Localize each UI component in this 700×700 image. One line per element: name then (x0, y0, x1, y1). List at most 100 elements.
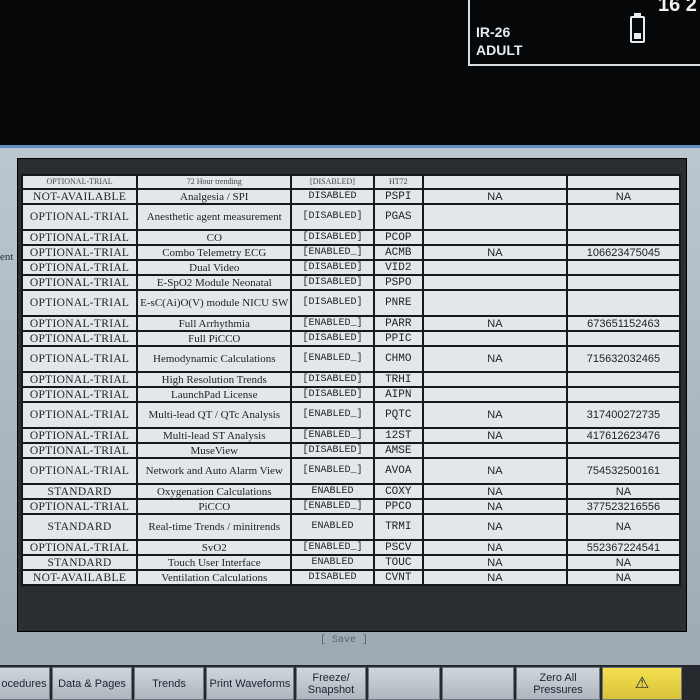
key-cell: NA (565, 554, 682, 571)
key-cell: 317400272735 (565, 401, 682, 429)
code-cell: PQTC (372, 401, 424, 429)
table-row: OPTIONAL-TRIAL CO [DISABLED] PCOP (20, 229, 682, 246)
save-button[interactable]: [ Save ] (320, 635, 368, 646)
na-cell: NA (421, 427, 568, 444)
bed-label: IR-26 (476, 24, 511, 40)
state-cell: [ENABLED_] (290, 457, 375, 485)
status-cell: OPTIONAL-TRIAL (20, 244, 139, 261)
table-row: OPTIONAL-TRIAL LaunchPad License [DISABLED… (20, 386, 682, 403)
feature-cell: Touch User Interface (136, 554, 293, 571)
state-cell: [DISABLED] (290, 330, 375, 347)
na-cell (421, 274, 568, 291)
table-row: OPTIONAL-TRIAL E-SpO2 Module Neonatal [DIS… (20, 274, 682, 291)
software-options-panel: ent OPTIONAL-TRIAL 72 Hour trending [DIS… (0, 145, 700, 668)
table-row: OPTIONAL-TRIAL E-sC(Ai)O(V) module NICU S… (20, 289, 682, 317)
feature-cell: Multi-lead QT / QTc Analysis (136, 401, 293, 429)
clock: 16 2 (658, 0, 697, 16)
feature-cell: SvO2 (136, 539, 293, 556)
na-cell: NA (421, 345, 568, 373)
feature-cell: PiCCO (136, 498, 293, 515)
code-cell: PSPI (372, 188, 424, 205)
code-cell: AVOA (372, 457, 424, 485)
code-cell: PNRE (372, 289, 424, 317)
state-cell: [DISABLED] (290, 442, 375, 459)
alarm-button[interactable]: ⚠ (602, 667, 682, 700)
key-cell: 754532500161 (565, 457, 682, 485)
status-cell: OPTIONAL-TRIAL (20, 174, 139, 190)
status-cell: STANDARD (20, 513, 139, 541)
state-cell: [DISABLED] (290, 259, 375, 276)
freeze-snapshot-button[interactable]: Freeze/ Snapshot (296, 667, 366, 700)
feature-cell: Real-time Trends / minitrends (136, 513, 293, 541)
key-cell (565, 274, 682, 291)
code-cell: VID2 (372, 259, 424, 276)
patient-info-box[interactable]: IR-26 ADULT 16 2 (468, 0, 700, 66)
blank-button-2[interactable] (442, 667, 514, 700)
state-cell: [ENABLED_] (290, 244, 375, 261)
state-cell: [DISABLED] (290, 371, 375, 388)
code-cell: PSPO (372, 274, 424, 291)
table-row: OPTIONAL-TRIAL Anesthetic agent measureme… (20, 203, 682, 231)
table-row: OPTIONAL-TRIAL Full Arrhythmia [ENABLED_] P… (20, 315, 682, 332)
table-row: OPTIONAL-TRIAL Full PiCCO [DISABLED] PPIC (20, 330, 682, 347)
na-cell: NA (421, 401, 568, 429)
table-row-partial: OPTIONAL-TRIAL 72 Hour trending [DISABLE… (20, 174, 682, 190)
zero-all-pressures-button[interactable]: Zero All Pressures (516, 667, 600, 700)
state-cell: [ENABLED_] (290, 498, 375, 515)
key-cell: 417612623476 (565, 427, 682, 444)
key-cell: NA (565, 513, 682, 541)
feature-cell: LaunchPad License (136, 386, 293, 403)
key-cell: NA (565, 188, 682, 205)
status-cell: OPTIONAL-TRIAL (20, 203, 139, 231)
data-pages-button[interactable]: Data & Pages (52, 667, 132, 700)
procedures-button[interactable]: ocedures (0, 667, 50, 700)
key-cell (565, 386, 682, 403)
code-cell: PSCV (372, 539, 424, 556)
print-waveforms-button[interactable]: Print Waveforms (206, 667, 294, 700)
key-cell: 377523216556 (565, 498, 682, 515)
code-cell: AIPN (372, 386, 424, 403)
feature-cell: Ventilation Calculations (136, 569, 293, 586)
key-cell (565, 371, 682, 388)
table-row: OPTIONAL-TRIAL Multi-lead QT / QTc Analys… (20, 401, 682, 429)
status-cell: OPTIONAL-TRIAL (20, 539, 139, 556)
code-cell: CHMO (372, 345, 424, 373)
na-cell (421, 371, 568, 388)
code-cell: PPIC (372, 330, 424, 347)
na-cell (421, 203, 568, 231)
feature-cell: Multi-lead ST Analysis (136, 427, 293, 444)
side-truncated-label: ent (0, 251, 14, 263)
state-cell: ENABLED (290, 513, 375, 541)
state-cell: [ENABLED_] (290, 427, 375, 444)
table-row: OPTIONAL-TRIAL Dual Video [DISABLED] VID2 (20, 259, 682, 276)
key-cell: 552367224541 (565, 539, 682, 556)
na-cell: NA (421, 483, 568, 500)
status-cell: OPTIONAL-TRIAL (20, 289, 139, 317)
na-cell: NA (421, 498, 568, 515)
state-cell: DISABLED (290, 569, 375, 586)
table-row: STANDARD Real-time Trends / minitrends ENA… (20, 513, 682, 541)
trends-button[interactable]: Trends (134, 667, 204, 700)
na-cell: NA (421, 457, 568, 485)
na-cell (421, 386, 568, 403)
na-cell: NA (421, 188, 568, 205)
feature-cell: Combo Telemetry ECG (136, 244, 293, 261)
table-row: STANDARD Oxygenation Calculations ENABLED C… (20, 483, 682, 500)
table-row: STANDARD Touch User Interface ENABLED TOUC N… (20, 554, 682, 571)
blank-button-1[interactable] (368, 667, 440, 700)
key-cell: NA (565, 569, 682, 586)
key-cell: 715632032465 (565, 345, 682, 373)
code-cell: HT72 (372, 174, 424, 190)
key-cell (565, 203, 682, 231)
status-cell: OPTIONAL-TRIAL (20, 345, 139, 373)
alarm-bell-icon: ⚠ (634, 674, 650, 692)
status-cell: NOT-AVAILABLE (20, 569, 139, 586)
code-cell: TRHI (372, 371, 424, 388)
state-cell: [ENABLED_] (290, 539, 375, 556)
code-cell: AMSE (372, 442, 424, 459)
feature-cell: E-SpO2 Module Neonatal (136, 274, 293, 291)
state-cell: [DISABLED] (290, 229, 375, 246)
na-cell (421, 289, 568, 317)
table-row: OPTIONAL-TRIAL Network and Auto Alarm Vie… (20, 457, 682, 485)
feature-cell: Anesthetic agent measurement (136, 203, 293, 231)
